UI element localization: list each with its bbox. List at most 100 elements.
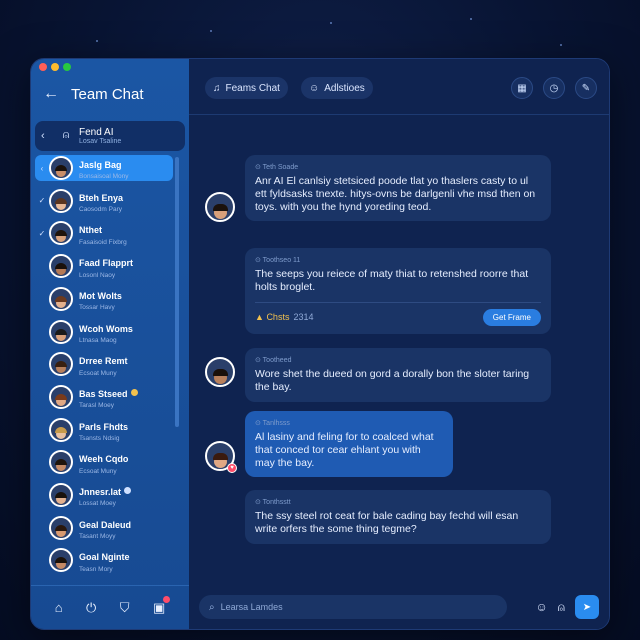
contact-item[interactable]: Weeh Cqdo Ecsoat Muny [35, 449, 173, 475]
edit-icon[interactable]: ✎ [575, 77, 597, 99]
message-meta: ⊙ Tanlhsss [255, 420, 290, 427]
contact-status: Teasn Mory [79, 565, 113, 573]
contact-name: Faad Flapprt [79, 258, 134, 269]
contact-name: Jnnesr.lat [79, 487, 122, 498]
contact-status: Ecsoat Muny [79, 467, 117, 475]
avatar [49, 188, 73, 213]
contact-name: Geal Daleud [79, 519, 132, 530]
message-input[interactable] [220, 602, 481, 612]
contact-status: Losonl Naoy [79, 271, 116, 279]
send-icon[interactable]: ➤ [575, 595, 599, 619]
contact-status: Ecsoat Muny [79, 369, 117, 377]
notifications-icon[interactable]: ▣ [153, 595, 171, 616]
message-text: The seeps you reiece of maty thiat to re… [255, 268, 529, 293]
maximize-window-button[interactable] [63, 63, 71, 71]
close-window-button[interactable] [39, 63, 47, 71]
avatar [49, 286, 73, 311]
contact-item[interactable]: ✓ Bteh Enya Caosodm Pary [35, 188, 173, 214]
contact-check-icon: ✓ [38, 228, 46, 238]
message-bubble[interactable]: ⊙ Tootheed Wore shet the dueed on gord a… [245, 348, 551, 402]
contact-name: Nthet [79, 225, 102, 236]
search-icon: ⌕ [209, 601, 215, 613]
calendar-icon[interactable]: ▦ [511, 77, 533, 99]
contact-name: Jaslg Bag [79, 160, 122, 171]
profile-icon[interactable]: ⍝ [558, 600, 565, 615]
message-avatar[interactable]: ♥ [205, 441, 237, 473]
contact-item[interactable]: Bas Stseed Tarasl Moey [35, 384, 173, 410]
tab-attendees[interactable]: ☺ Adlstioes [301, 77, 373, 99]
star-decoration [96, 40, 98, 42]
notification-badge [163, 595, 171, 603]
shield-icon[interactable]: ⛉ [120, 600, 130, 616]
contact-item[interactable]: ‹ Jaslg Bag Bonsaisoal Mony [35, 155, 173, 181]
pinned-name: Fend AI [79, 126, 114, 138]
tab-label: Adlstioes [324, 82, 365, 94]
contact-name: Mot Wolts [79, 290, 122, 301]
message-bubble-sent[interactable]: ⊙ Tanlhsss Al lasiny and feling for to c… [245, 411, 453, 478]
sidebar: ← Team Chat ‹ ⍝ Fend AI Losav Tsaline ‹ J… [31, 59, 189, 629]
avatar [49, 483, 73, 507]
contact-item[interactable]: Parls Fhdts Tsansts Ndsig [35, 417, 173, 443]
contact-status: Tarasl Moey [79, 402, 115, 410]
contact-item[interactable]: Faad Flapprt Losonl Naoy [35, 253, 173, 279]
home-icon[interactable]: ⌂ [55, 600, 63, 615]
avatar [49, 450, 73, 475]
contact-status: Caosodm Pary [79, 206, 122, 214]
chart-value: 2314 [293, 312, 314, 323]
contact-item[interactable]: ✓ Nthet Fasaisoid Fixbrg [35, 220, 173, 246]
message-text: The ssy steel rot ceat for bale cading b… [255, 510, 519, 535]
star-decoration [210, 30, 212, 32]
message-meta: ⊙ Tootheed [255, 357, 292, 364]
message-composer: ⌕ [199, 595, 507, 619]
music-note-icon: ♫ [213, 82, 221, 94]
contact-item[interactable]: Wcoh Woms Ltnasa Maog [35, 319, 173, 345]
contact-item[interactable]: Jnnesr.lat Lossat Moey [35, 482, 173, 508]
arrow-left-icon[interactable]: ← [37, 85, 65, 103]
contact-status: Fasaisoid Fixbrg [79, 238, 127, 246]
avatar [205, 192, 235, 222]
contact-item[interactable]: Goal Nginte Teasn Mory [35, 547, 173, 573]
message-avatar[interactable] [205, 357, 235, 387]
contact-check-icon: ‹ [40, 163, 44, 173]
chart-label: Chsts [266, 312, 290, 323]
contact-status: Ltnasa Maog [79, 336, 117, 344]
contact-status: Tsansts Ndsig [79, 435, 120, 443]
minimize-window-button[interactable] [51, 63, 59, 71]
contact-name: Parls Fhdts [79, 421, 129, 432]
message-bubble[interactable]: ⊙ Tonthsstt The ssy steel rot ceat for b… [245, 490, 551, 544]
avatar [49, 515, 73, 540]
message-bubble[interactable]: ⊙ Teth Soade Anr AI El canlsiy stetsiced… [245, 155, 551, 222]
chevron-left-icon[interactable]: ‹ [41, 130, 53, 142]
avatar [49, 417, 73, 442]
clock-icon[interactable]: ◷ [543, 77, 565, 99]
contact-item[interactable]: Mot Wolts Tossar Havy [35, 286, 173, 312]
sidebar-footer: ⌂ ⏻ ⛉ ▣ [31, 585, 189, 629]
chat-topbar: ♫ Feams Chat ☺ Adlstioes ▦ ◷ ✎ [189, 59, 609, 115]
message-text: Anr AI El canlsiy stetsiced poode tlat y… [255, 175, 536, 213]
get-frame-button[interactable]: Get Frame [482, 308, 541, 326]
tab-team-chat[interactable]: ♫ Feams Chat [205, 77, 288, 99]
status-dot [130, 389, 138, 397]
chart-link[interactable]: ▲ Chsts 2314 [255, 312, 313, 322]
contact-name: Drree Remt [79, 356, 128, 367]
avatar [49, 254, 73, 279]
message-text: Al lasiny and feling for to coalced what… [255, 431, 434, 469]
emoji-icon[interactable]: ☺ [536, 600, 548, 614]
contact-status: Lossat Moey [79, 500, 116, 508]
tab-label: Feams Chat [225, 82, 280, 94]
message-text: Wore shet the dueed on gord a dorally bo… [255, 368, 530, 393]
avatar [49, 548, 73, 573]
contact-name: Goal Nginte [79, 552, 130, 563]
contact-status: Tossar Havy [79, 304, 115, 312]
power-icon[interactable]: ⏻ [86, 600, 96, 616]
pinned-conversation[interactable]: ‹ ⍝ Fend AI Losav Tsaline [35, 121, 185, 151]
message-avatar[interactable] [205, 192, 235, 222]
message-card[interactable]: ⊙ Toothseo 11 The seeps you reiece of ma… [245, 248, 551, 334]
contact-name: Wcoh Woms [79, 323, 133, 334]
card-divider [255, 301, 541, 303]
heart-icon: ♥ [227, 463, 237, 473]
contact-item[interactable]: Geal Daleud Tasant Moyy [35, 515, 173, 541]
composer-actions: ☺ ⍝ ➤ [536, 595, 599, 619]
contact-item[interactable]: Drree Remt Ecsoat Muny [35, 351, 173, 377]
app-title: Team Chat [71, 85, 144, 103]
